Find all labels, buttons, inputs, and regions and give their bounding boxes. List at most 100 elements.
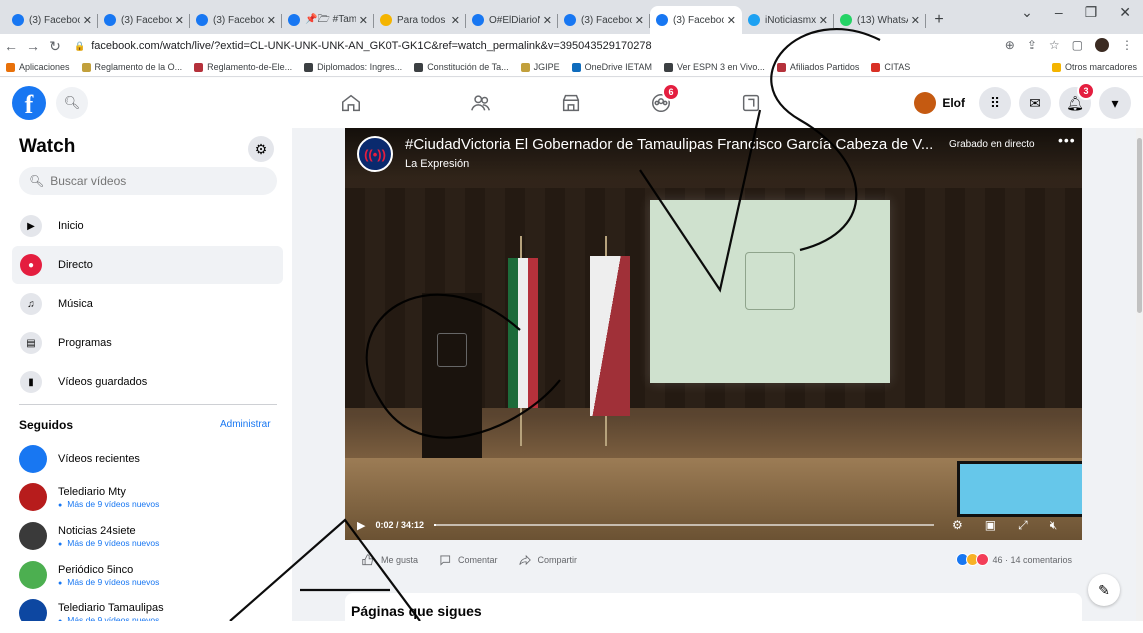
channel-avatar[interactable]: ((•)) <box>357 136 393 172</box>
close-window-button[interactable]: ✕ <box>1119 4 1131 21</box>
bookmark-item[interactable]: JGIPE <box>520 62 560 72</box>
sidebar-item-music[interactable]: ♫ Música <box>12 285 283 323</box>
notifications-badge: 3 <box>1077 82 1095 100</box>
star-icon[interactable]: ☆ <box>1049 38 1060 52</box>
fullscreen-icon[interactable]: ⤢ <box>1018 518 1028 533</box>
facebook-logo[interactable]: f <box>12 86 46 120</box>
new-message-button[interactable]: ✎ <box>1088 574 1120 606</box>
bookmark-item[interactable]: OneDrive IETAM <box>571 62 652 72</box>
back-button[interactable]: ← <box>0 38 22 54</box>
more-options-icon[interactable]: ••• <box>1058 132 1076 148</box>
followed-page[interactable]: Telediario MtyMás de 9 vídeos nuevos <box>19 478 279 516</box>
browser-tab[interactable]: O#ElDiarioN ✕ <box>466 6 558 34</box>
browser-tab[interactable]: (3) Facebook✕ <box>98 6 190 34</box>
bookmark-item[interactable]: Aplicaciones <box>6 62 70 72</box>
menu-grid-button[interactable]: ⠿ <box>979 87 1011 119</box>
bookmark-item[interactable]: Reglamento de la O... <box>81 62 183 72</box>
groups-tab[interactable]: 6 <box>646 83 680 118</box>
search-icon[interactable]: 🔍︎ <box>56 87 88 119</box>
like-button[interactable]: Me gusta <box>361 553 418 567</box>
sidebar-item-live[interactable]: ● Directo <box>12 246 283 284</box>
comment-label: Comentar <box>458 555 498 565</box>
followed-page[interactable]: Noticias 24sieteMás de 9 vídeos nuevos <box>19 517 279 555</box>
close-icon[interactable]: ✕ <box>175 14 184 27</box>
close-icon[interactable]: ✕ <box>543 14 552 27</box>
followed-page[interactable]: Vídeos recientes <box>19 440 279 478</box>
notifications-button[interactable]: 🔔︎ 3 <box>1059 82 1095 119</box>
gaming-tab[interactable] <box>736 88 766 118</box>
close-icon[interactable]: ✕ <box>911 14 920 27</box>
sidebar-item-home[interactable]: ▶ Inicio <box>12 207 283 245</box>
browser-tab[interactable]: (13) WhatsA ✕ <box>834 6 926 34</box>
close-icon[interactable]: ✕ <box>267 14 276 27</box>
play-icon[interactable]: ▶ <box>357 519 365 532</box>
share-page-icon[interactable]: ⇪ <box>1027 38 1037 52</box>
share-button[interactable]: Compartir <box>518 553 577 567</box>
tab-list-icon[interactable]: ⌄ <box>1021 4 1033 21</box>
close-icon[interactable]: ✕ <box>359 14 368 27</box>
profile-avatar[interactable] <box>1095 38 1109 52</box>
volume-muted-icon[interactable]: 🔇︎ <box>1050 518 1058 533</box>
bookmark-item[interactable]: Afiliados Partidos <box>776 62 859 72</box>
browser-tab[interactable]: (3) Facebook✕ <box>190 6 282 34</box>
pip-icon[interactable]: ▣ <box>985 518 996 533</box>
facebook-navbar: f 🔍︎ 6 Elof ⠿ ✉ 🔔︎ 3 ▾ <box>0 78 1143 128</box>
channel-name[interactable]: La Expresión <box>405 158 469 170</box>
thumbs-up-icon <box>362 554 374 566</box>
new-tab-button[interactable]: + <box>926 6 952 34</box>
close-icon[interactable]: ✕ <box>83 14 92 27</box>
bookmark-icon <box>81 62 91 72</box>
followed-page[interactable]: Periódico 5incoMás de 9 vídeos nuevos <box>19 556 279 594</box>
other-bookmarks[interactable]: Otros marcadores <box>1051 62 1137 72</box>
followed-page[interactable]: Telediario TamaulipasMás de 9 vídeos nue… <box>19 594 279 621</box>
gear-icon[interactable]: ⚙ <box>952 518 963 533</box>
reactions-summary[interactable]: 46 · 14 comentarios <box>956 553 1072 566</box>
friends-icon <box>471 95 490 111</box>
marketplace-tab[interactable] <box>556 88 586 118</box>
browser-tab[interactable]: (3) Facebook✕ <box>558 6 650 34</box>
search-input[interactable] <box>50 174 251 188</box>
messenger-button[interactable]: ✉ <box>1019 87 1051 119</box>
sidepanel-icon[interactable]: ▢ <box>1072 38 1083 52</box>
video-player[interactable]: ((•)) #CiudadVictoria El Gobernador de T… <box>345 128 1082 540</box>
close-icon[interactable]: ✕ <box>451 14 460 27</box>
settings-button[interactable]: ⚙ <box>248 136 274 162</box>
video-search[interactable]: 🔍︎ <box>19 167 277 195</box>
reload-button[interactable]: ↻ <box>44 38 66 55</box>
browser-tab[interactable]: (3) Facebook✕ <box>650 6 742 34</box>
sidebar-item-shows[interactable]: ▤ Programas <box>12 324 283 362</box>
url-field[interactable]: 🔒 facebook.com/watch/live/?extid=CL-UNK-… <box>74 40 652 52</box>
bookmark-item[interactable]: Diplomados: Ingres... <box>304 62 402 72</box>
bookmark-item[interactable]: Ver ESPN 3 en Vivo... <box>663 62 765 72</box>
close-icon[interactable]: ✕ <box>635 14 644 27</box>
browser-tab[interactable]: 📌🗁 #Tam ✕ <box>282 6 374 34</box>
friends-tab[interactable] <box>466 88 496 118</box>
browser-tab[interactable]: Para todos t ✕ <box>374 6 466 34</box>
manage-link[interactable]: Administrar <box>220 419 271 430</box>
forward-button[interactable]: → <box>22 38 44 54</box>
bookmark-item[interactable]: Reglamento-de-Ele... <box>194 62 292 72</box>
seek-bar[interactable] <box>434 524 935 526</box>
menu-icon[interactable]: ⋮ <box>1121 38 1133 52</box>
browser-tab[interactable]: (3) Facebook✕ <box>6 6 98 34</box>
restore-button[interactable]: ❐ <box>1085 4 1098 21</box>
close-icon[interactable]: ✕ <box>819 14 828 27</box>
home-tab[interactable] <box>336 88 366 118</box>
scroll-thumb[interactable] <box>1137 138 1142 313</box>
page-scrollbar[interactable] <box>1136 128 1143 621</box>
sidebar-item-saved[interactable]: ▮ Vídeos guardados <box>12 363 283 401</box>
bookmark-label: Reglamento-de-Ele... <box>207 62 293 72</box>
bookmark-item[interactable]: CITAS <box>871 62 910 72</box>
browser-tab[interactable]: iNoticiasmx ✕ <box>742 6 834 34</box>
video-title[interactable]: #CiudadVictoria El Gobernador de Tamauli… <box>405 136 945 153</box>
comment-button[interactable]: Comentar <box>438 553 498 567</box>
zoom-icon[interactable]: ⊕ <box>1005 38 1015 52</box>
shows-icon: ▤ <box>20 332 42 354</box>
minimize-button[interactable]: – <box>1055 4 1063 21</box>
close-icon[interactable]: ✕ <box>727 14 736 27</box>
bookmark-label: Reglamento de la O... <box>94 62 183 72</box>
sidebar-item-label: Programas <box>58 337 112 349</box>
bookmark-item[interactable]: Constitución de Ta... <box>414 62 509 72</box>
account-button[interactable]: ▾ <box>1099 87 1131 119</box>
profile-chip[interactable]: Elof <box>914 92 971 114</box>
